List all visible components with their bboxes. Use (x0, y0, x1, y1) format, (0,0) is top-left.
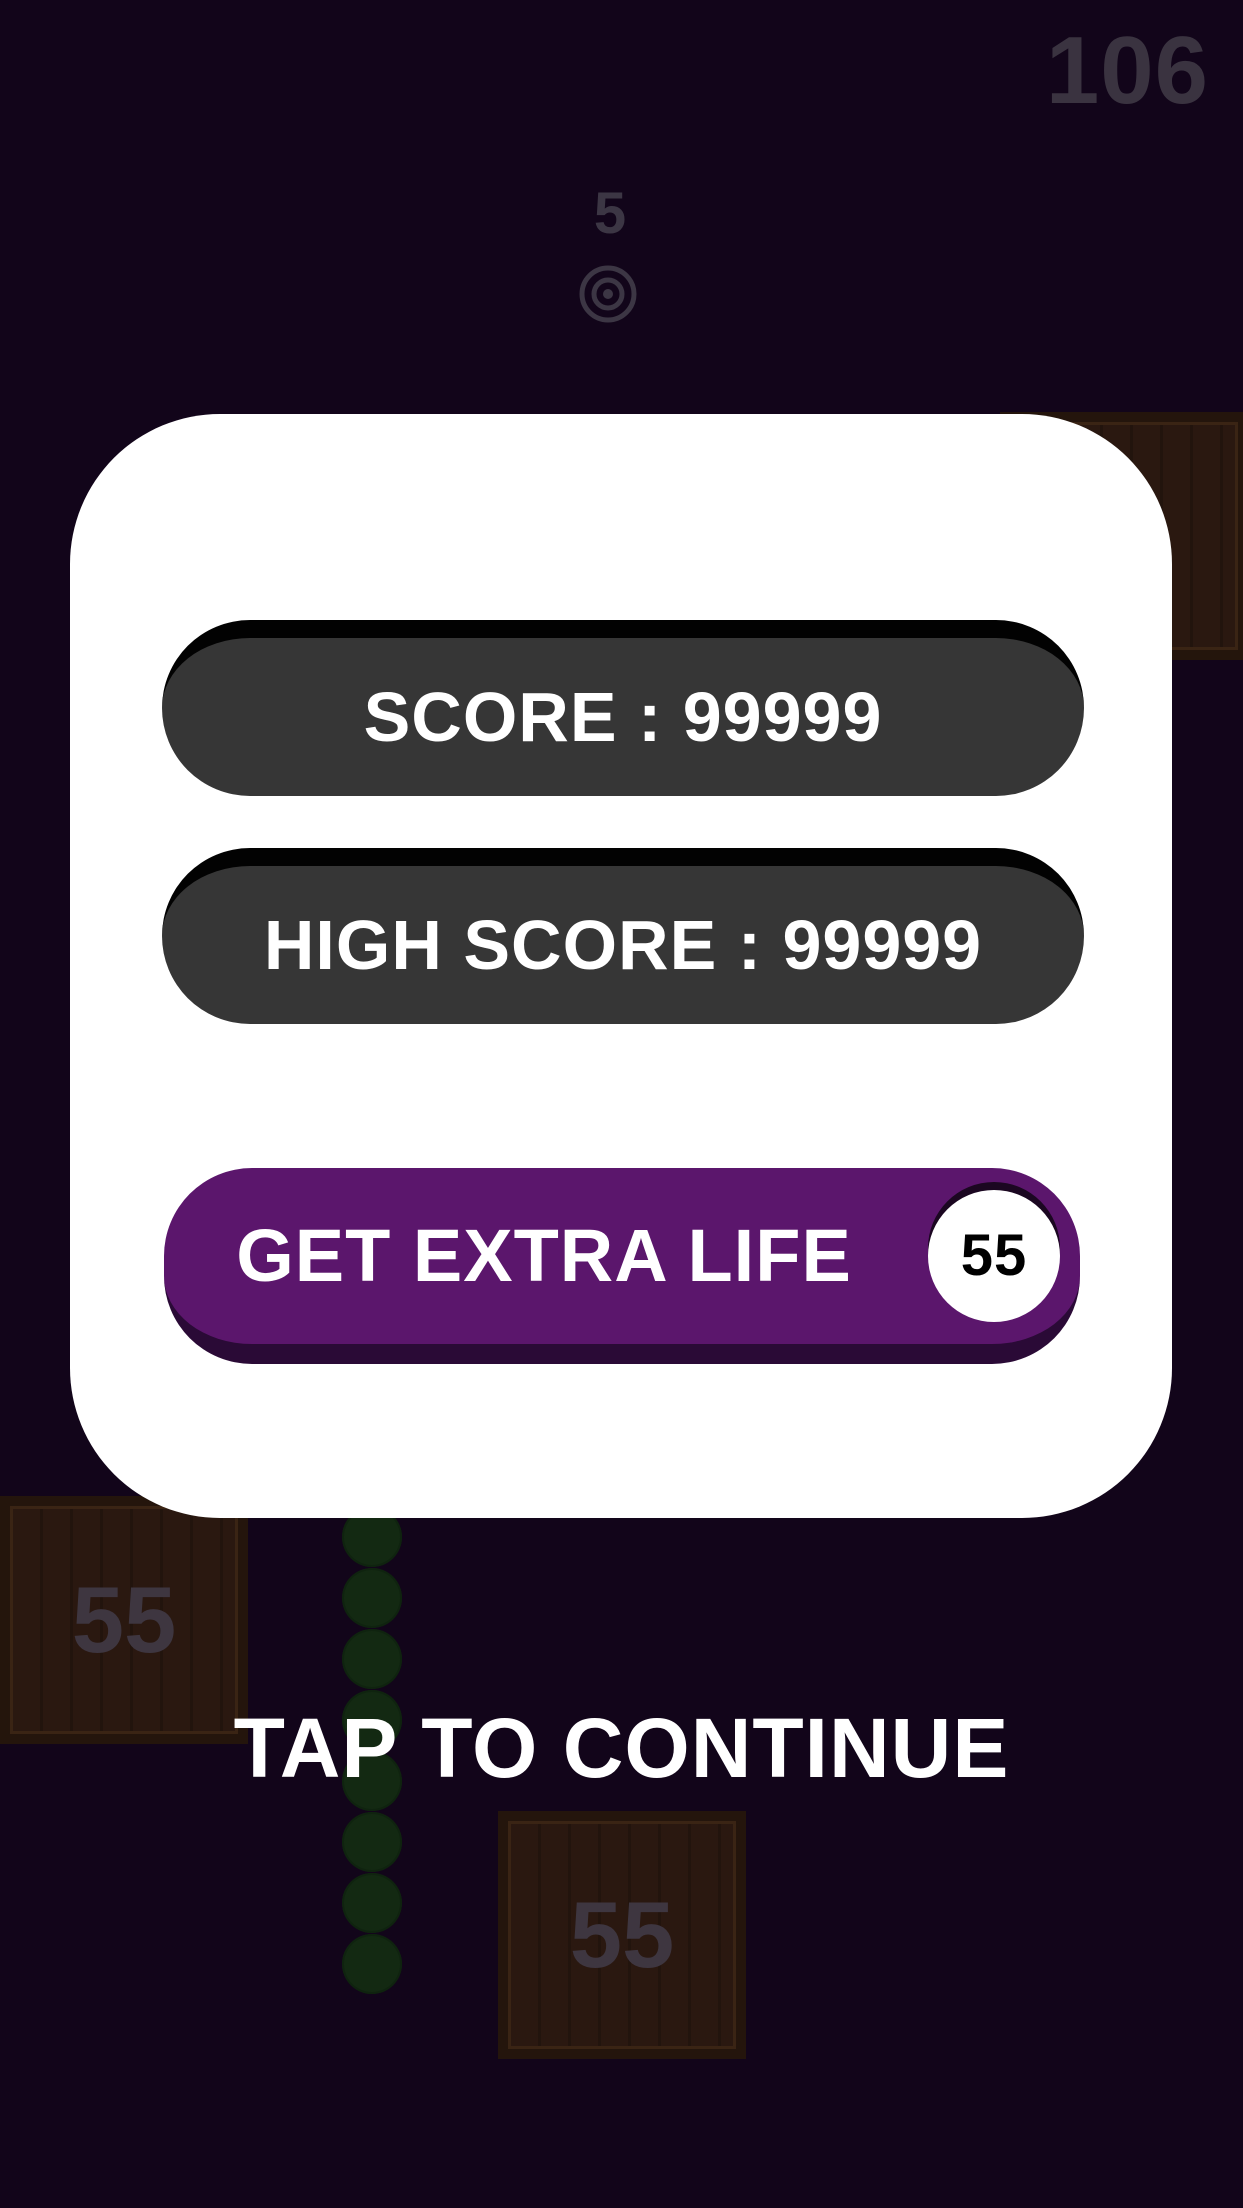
snake-segment (342, 1629, 402, 1689)
high-score-display: HIGH SCORE : 99999 (162, 848, 1084, 1024)
snake-segment (342, 1934, 402, 1994)
snake-segment (342, 1873, 402, 1933)
snake-segment (342, 1568, 402, 1628)
snake-segment (342, 1812, 402, 1872)
score-display: SCORE : 99999 (162, 620, 1084, 796)
crate-block: 55 (498, 1811, 746, 2059)
crate-value: 55 (71, 1567, 177, 1672)
extra-life-label: GET EXTRA LIFE (236, 1214, 852, 1297)
crate-value: 55 (569, 1882, 675, 1987)
target-pickup-icon (579, 265, 637, 323)
tap-to-continue[interactable]: TAP TO CONTINUE (0, 1700, 1243, 1797)
game-screen[interactable]: 106 5 5 55 55 SCORE : 99999 HIGH SCORE :… (0, 0, 1243, 2208)
get-extra-life-button[interactable]: GET EXTRA LIFE 55 (164, 1168, 1080, 1364)
coin-cost-badge: 55 (928, 1190, 1060, 1322)
current-score: 106 (1045, 17, 1209, 124)
game-over-dialog: SCORE : 99999 HIGH SCORE : 99999 GET EXT… (70, 414, 1172, 1518)
pickup-count: 5 (593, 181, 627, 246)
